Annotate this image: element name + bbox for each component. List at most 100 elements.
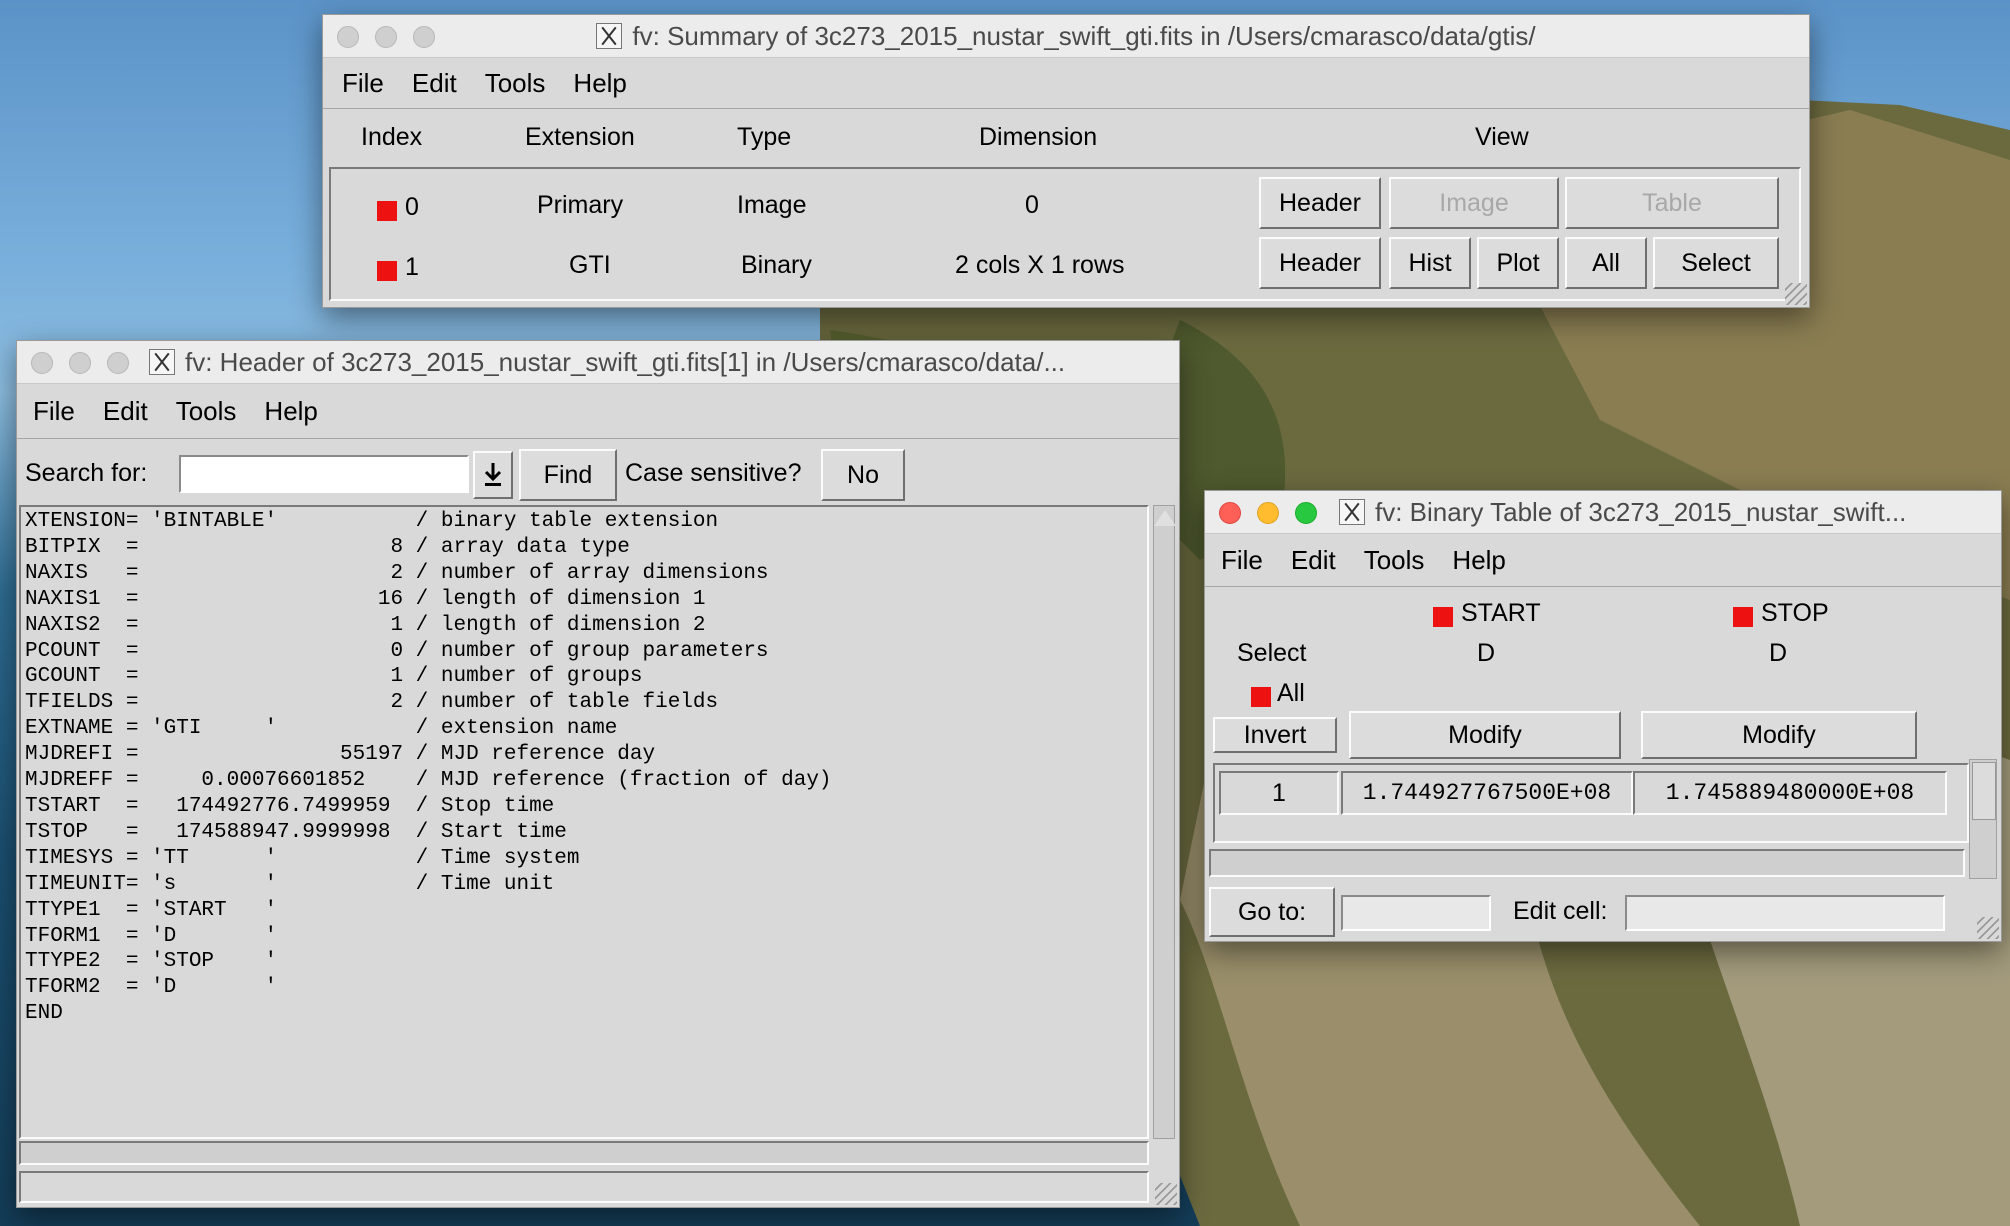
header-keyword-line: TTYPE2 = 'STOP ' — [25, 950, 278, 974]
header-keyword-line: TFORM1 = 'D ' — [25, 924, 278, 948]
summary-window[interactable]: fv: Summary of 3c273_2015_nustar_swift_g… — [322, 14, 1810, 308]
header-keyword-line: TIMESYS = 'TT ' / Time system — [25, 846, 580, 870]
select-all-checkbox[interactable] — [1251, 687, 1271, 707]
table-titlebar[interactable]: fv: Binary Table of 3c273_2015_nustar_sw… — [1205, 491, 2001, 534]
menu-file[interactable]: File — [1221, 545, 1263, 576]
search-history-button[interactable] — [473, 451, 513, 499]
menu-edit[interactable]: Edit — [1291, 545, 1336, 576]
resize-grip[interactable] — [1977, 917, 1999, 939]
resize-grip[interactable] — [1155, 1183, 1177, 1205]
download-arrow-icon — [484, 463, 502, 486]
row-select-checkbox[interactable] — [377, 261, 397, 281]
select-all-label: All — [1277, 679, 1305, 707]
extensions-list: 0 Primary Image 0 Header Image Table 1 G… — [329, 167, 1801, 301]
header-window[interactable]: fv: Header of 3c273_2015_nustar_swift_gt… — [16, 340, 1180, 1208]
table-button[interactable]: Table — [1565, 177, 1779, 229]
goto-button[interactable]: Go to: — [1209, 887, 1335, 937]
header-keyword-line: END — [25, 1002, 63, 1026]
row-type: Image — [737, 191, 807, 219]
resize-grip[interactable] — [1785, 283, 1807, 305]
table-title: fv: Binary Table of 3c273_2015_nustar_sw… — [1375, 496, 1907, 527]
header-title: fv: Header of 3c273_2015_nustar_swift_gt… — [185, 346, 1066, 377]
close-button[interactable] — [31, 352, 53, 374]
status-bar — [19, 1171, 1149, 1203]
close-button[interactable] — [1219, 502, 1241, 524]
menu-edit[interactable]: Edit — [103, 396, 148, 427]
menu-tools[interactable]: Tools — [485, 68, 546, 99]
horizontal-scrollbar[interactable] — [19, 1141, 1149, 1165]
minimize-button[interactable] — [69, 352, 91, 374]
header-keyword-line: PCOUNT = 0 / number of group parameters — [25, 639, 769, 663]
table-grid: 1 1.744927767500E+08 1.745889480000E+08 — [1213, 763, 1969, 843]
header-keyword-line: NAXIS1 = 16 / length of dimension 1 — [25, 587, 706, 611]
column-format-stop: D — [1769, 639, 1788, 667]
summary-titlebar[interactable]: fv: Summary of 3c273_2015_nustar_swift_g… — [323, 15, 1809, 58]
table-row-index[interactable]: 1 — [1219, 771, 1339, 815]
header-keyword-line: TFIELDS = 2 / number of table fields — [25, 691, 719, 715]
header-button[interactable]: Header — [1259, 177, 1381, 229]
column-header-extension: Extension — [525, 123, 635, 151]
select-button[interactable]: Select — [1653, 237, 1779, 289]
row-dimension: 0 — [1025, 191, 1039, 219]
table-horizontal-scrollbar[interactable] — [1209, 849, 1965, 877]
plot-button[interactable]: Plot — [1477, 237, 1559, 289]
search-input[interactable] — [179, 455, 469, 493]
table-cell-stop[interactable]: 1.745889480000E+08 — [1633, 771, 1947, 815]
zoom-button[interactable] — [1295, 502, 1317, 524]
case-sensitive-label: Case sensitive? — [625, 459, 802, 487]
column-select-checkbox[interactable] — [1433, 607, 1453, 627]
x11-app-icon — [596, 23, 623, 49]
header-keyword-line: MJDREFI = 55197 / MJD reference day — [25, 743, 656, 767]
header-button[interactable]: Header — [1259, 237, 1381, 289]
summary-menubar: File Edit Tools Help — [323, 58, 1809, 109]
zoom-button[interactable] — [107, 352, 129, 374]
header-keyword-list: XTENSION= 'BINTABLE' / binary table exte… — [21, 507, 1147, 1029]
menu-tools[interactable]: Tools — [1364, 545, 1425, 576]
menu-edit[interactable]: Edit — [412, 68, 457, 99]
header-keyword-line: TTYPE1 = 'START ' — [25, 898, 278, 922]
column-header-index: Index — [361, 123, 423, 151]
header-keyword-line: NAXIS2 = 1 / length of dimension 2 — [25, 613, 706, 637]
table-vertical-scrollbar[interactable] — [1969, 759, 1997, 879]
table-cell-start[interactable]: 1.744927767500E+08 — [1341, 771, 1633, 815]
row-index: 1 — [405, 253, 419, 281]
row-index: 0 — [405, 193, 419, 221]
binary-table-window[interactable]: fv: Binary Table of 3c273_2015_nustar_sw… — [1204, 490, 2002, 942]
header-menubar: File Edit Tools Help — [17, 384, 1179, 439]
header-keyword-line: TFORM2 = 'D ' — [25, 976, 278, 1000]
vertical-scrollbar[interactable] — [1153, 505, 1176, 1139]
header-keyword-line: BITPIX = 8 / array data type — [25, 535, 630, 559]
invert-button[interactable]: Invert — [1213, 717, 1337, 753]
header-keyword-line: GCOUNT = 1 / number of groups — [25, 665, 643, 689]
column-select-checkbox[interactable] — [1733, 607, 1753, 627]
hist-button[interactable]: Hist — [1389, 237, 1471, 289]
menu-tools[interactable]: Tools — [176, 396, 237, 427]
menu-help[interactable]: Help — [1452, 545, 1505, 576]
edit-cell-label: Edit cell: — [1513, 897, 1608, 925]
header-keyword-line: NAXIS = 2 / number of array dimensions — [25, 561, 769, 585]
minimize-button[interactable] — [1257, 502, 1279, 524]
modify-stop-button[interactable]: Modify — [1641, 711, 1917, 759]
header-titlebar[interactable]: fv: Header of 3c273_2015_nustar_swift_gt… — [17, 341, 1179, 384]
menu-file[interactable]: File — [33, 396, 75, 427]
header-keyword-line: TIMEUNIT= 's ' / Time unit — [25, 872, 555, 896]
edit-cell-input[interactable] — [1625, 895, 1945, 931]
header-keyword-line: MJDREFF = 0.00076601852 / MJD reference … — [25, 769, 832, 793]
header-text-area[interactable]: XTENSION= 'BINTABLE' / binary table exte… — [19, 505, 1149, 1139]
row-select-checkbox[interactable] — [377, 201, 397, 221]
case-sensitive-toggle[interactable]: No — [821, 449, 905, 501]
find-button[interactable]: Find — [519, 449, 617, 501]
select-label: Select — [1237, 639, 1307, 667]
image-button[interactable]: Image — [1389, 177, 1559, 229]
column-header-dimension: Dimension — [979, 123, 1098, 151]
menu-help[interactable]: Help — [264, 396, 317, 427]
column-header-view: View — [1475, 123, 1529, 151]
menu-help[interactable]: Help — [573, 68, 626, 99]
column-header-type: Type — [737, 123, 792, 151]
column-format-start: D — [1477, 639, 1496, 667]
modify-start-button[interactable]: Modify — [1349, 711, 1621, 759]
goto-input[interactable] — [1341, 895, 1491, 931]
menu-file[interactable]: File — [342, 68, 384, 99]
all-button[interactable]: All — [1565, 237, 1647, 289]
column-name-start: START — [1461, 599, 1541, 627]
